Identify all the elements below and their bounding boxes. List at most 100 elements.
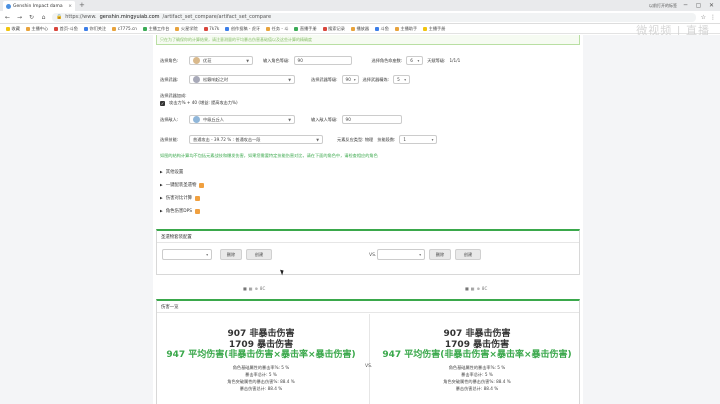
url-host: genshin.mingyuiab.com bbox=[99, 14, 160, 20]
chevron-down-icon: ▼ bbox=[288, 117, 291, 122]
delete-button-right[interactable]: 删除 bbox=[429, 249, 451, 260]
stat-line: 角色突破属性的暴击伤害%: 88.4 % bbox=[443, 378, 511, 384]
bookmark-item[interactable]: 搜索记录 bbox=[322, 26, 345, 32]
bookmark-folder[interactable]: 主播手册 bbox=[423, 26, 445, 32]
browser-tab-bar: Genshin Impact dama × + 以前打开的标签 ─ ▢ ✕ bbox=[0, 0, 720, 11]
new-tab-button[interactable]: + bbox=[79, 1, 85, 9]
bookmark-item[interactable]: 斗鱼 bbox=[375, 26, 389, 32]
bookmark-item[interactable]: 创作投稿 - 虎牙 bbox=[225, 26, 260, 32]
site-icon bbox=[25, 26, 30, 31]
character-select[interactable]: 优菈 ▼ bbox=[189, 56, 253, 65]
char-level-input[interactable]: 90 bbox=[293, 56, 352, 65]
bookmark-item[interactable]: 播放器 bbox=[350, 26, 369, 32]
stat-line: 角色基础属性的暴击率%: 5 % bbox=[448, 364, 506, 370]
enemy-select[interactable]: 中级丘丘人 ▼ bbox=[189, 115, 295, 124]
result-column-left: 907 非暴击伤害 1709 暴击伤害 947 平均伤害(非暴击伤害×暴击率×暴… bbox=[161, 329, 361, 392]
save-icon[interactable]: ■ bbox=[465, 286, 469, 291]
collapsible-dps[interactable]: ▶ 角色伤害DPS bbox=[160, 208, 201, 214]
weapon-label: 选择武器: bbox=[160, 76, 179, 82]
warning-text: 如图的结构计算均不包括元素战技和爆发伤害，如果您需要特定技能伤害对比，请在下面的… bbox=[160, 153, 378, 158]
character-row: 选择角色: 优菈 ▼ 输入角色等级: 90 选择角色命座数: 6 ▾ 天赋等级:… bbox=[160, 56, 460, 65]
grid-icon[interactable]: ▦ bbox=[471, 286, 475, 291]
add-icon[interactable]: ⊕ bbox=[255, 286, 258, 291]
grid-icon[interactable]: ▦ bbox=[249, 286, 253, 291]
chevron-down-icon: ▾ bbox=[417, 58, 420, 63]
left-set-actions: ■ ▦ ⊕ 8C bbox=[243, 286, 265, 291]
recent-tabs-label[interactable]: 以前打开的标签 bbox=[649, 3, 677, 9]
skill-row: 选择技能: 普通攻击 - 39.72 % : 普通攻击一段 ▼ 元素反应类型: … bbox=[160, 135, 438, 144]
home-icon[interactable]: ⌂ bbox=[40, 14, 47, 21]
share-icon[interactable]: 8C bbox=[482, 286, 487, 291]
maximize-button[interactable]: ▢ bbox=[694, 2, 703, 9]
non-crit-damage: 907 非暴击伤害 bbox=[227, 329, 295, 339]
site-icon bbox=[203, 26, 208, 31]
skill-select[interactable]: 普通攻击 - 39.72 % : 普通攻击一段 ▼ bbox=[189, 135, 323, 144]
star-icon bbox=[6, 26, 10, 31]
window-controls: 以前打开的标签 ─ ▢ ✕ bbox=[649, 0, 720, 11]
close-tab-icon[interactable]: × bbox=[68, 4, 72, 9]
create-button-left[interactable]: 创建 bbox=[246, 249, 272, 260]
save-icon[interactable]: ■ bbox=[243, 286, 247, 291]
minimize-button[interactable]: ─ bbox=[681, 2, 690, 9]
delete-button-left[interactable]: 删除 bbox=[220, 249, 242, 260]
extensions-icon[interactable]: ⋮ bbox=[710, 14, 716, 21]
talent-label: 天赋等级: bbox=[427, 57, 446, 63]
back-icon[interactable]: ← bbox=[4, 14, 11, 21]
non-crit-damage: 907 非暴击伤害 bbox=[443, 329, 511, 339]
weapon-select[interactable]: 松籁响起之时 ▼ bbox=[189, 75, 295, 84]
chevron-down-icon: ▾ bbox=[353, 77, 356, 82]
weapon-level-select[interactable]: 90 ▾ bbox=[341, 75, 359, 84]
enemy-row: 选择敌人: 中级丘丘人 ▼ 输入敌人等级: 90 bbox=[160, 115, 402, 124]
average-damage: 947 平均伤害(非暴击伤害×暴击率×暴击伤害) bbox=[166, 350, 356, 360]
artifact-compare-panel: 圣遗物套装配置 ▾ 删除 创建 VS. ▾ 删除 创建 bbox=[156, 229, 580, 275]
collapsible-auto-artifacts[interactable]: ▶ 一键配装圣遗物 bbox=[160, 182, 205, 188]
caret-right-icon: ▶ bbox=[160, 183, 163, 187]
result-panel-title: 伤害一览 bbox=[161, 304, 179, 310]
weapon-buff-checkbox[interactable]: ✓ bbox=[160, 100, 165, 106]
artifact-set-select-right[interactable]: ▾ bbox=[377, 249, 425, 260]
bookmark-item[interactable]: 7k7k bbox=[203, 26, 219, 31]
forward-icon[interactable]: → bbox=[16, 14, 23, 21]
compare-panel-title: 圣遗物套装配置 bbox=[161, 234, 192, 240]
average-damage: 947 平均伤害(非暴击伤害×暴击率×暴击伤害) bbox=[382, 350, 572, 360]
constellation-label: 选择角色命座数: bbox=[371, 57, 403, 63]
bookmark-item[interactable]: c7775.cn bbox=[112, 26, 137, 31]
url-field[interactable]: 🔒 https://www. genshin.mingyuiab.com/arti… bbox=[52, 12, 696, 22]
refine-label: 选择武器精炼: bbox=[362, 76, 390, 82]
bookmark-item[interactable]: 直播手册 bbox=[294, 26, 317, 32]
address-bar-row: ← → ↻ ⌂ 🔒 https://www. genshin.mingyuiab.… bbox=[0, 11, 720, 24]
chevron-down-icon: ▼ bbox=[288, 77, 291, 82]
constellation-select[interactable]: 6 ▾ bbox=[406, 56, 424, 65]
refine-select[interactable]: 5 ▾ bbox=[393, 75, 411, 84]
info-icon bbox=[195, 208, 201, 214]
chevron-down-icon: ▾ bbox=[419, 253, 421, 257]
star-icon[interactable]: ☆ bbox=[701, 14, 706, 21]
bookmark-item[interactable]: 主播助手 bbox=[394, 26, 417, 32]
collapsible-other-settings[interactable]: ▶ 其他设置 bbox=[160, 169, 183, 175]
collapsible-damage-compare[interactable]: ▶ 伤害对比计算 bbox=[160, 195, 201, 201]
create-button-right[interactable]: 创建 bbox=[455, 249, 481, 260]
bookmark-item[interactable]: 火星学院 bbox=[175, 26, 198, 32]
bookmark-item[interactable]: 主播工作台 bbox=[142, 26, 169, 32]
char-level-label: 输入角色等级: bbox=[263, 57, 290, 63]
add-icon[interactable]: ⊕ bbox=[477, 286, 480, 291]
hits-select[interactable]: 1 ▾ bbox=[399, 135, 438, 144]
reload-icon[interactable]: ↻ bbox=[28, 14, 35, 21]
talent-value: 1/1/1 bbox=[449, 58, 461, 63]
bookmark-item[interactable]: 主播中心 bbox=[25, 26, 48, 32]
chevron-down-icon: ▾ bbox=[404, 77, 407, 82]
bookmark-item[interactable]: 收藏 bbox=[6, 26, 20, 32]
enemy-level-input[interactable]: 90 bbox=[341, 115, 402, 124]
close-window-button[interactable]: ✕ bbox=[707, 2, 716, 9]
bookmark-item[interactable]: 任务 - 斗 bbox=[266, 26, 288, 32]
site-icon bbox=[225, 26, 230, 31]
artifact-set-select-left[interactable]: ▾ bbox=[162, 249, 212, 260]
hits-label: 技能段数: bbox=[377, 136, 396, 142]
tab-title: Genshin Impact dama bbox=[13, 3, 63, 9]
bookmark-item[interactable]: 你们关注 bbox=[83, 26, 106, 32]
bookmark-item[interactable]: 首页-斗鱼 bbox=[54, 26, 78, 32]
browser-tab[interactable]: Genshin Impact dama × bbox=[3, 1, 75, 11]
share-icon[interactable]: 8C bbox=[260, 286, 265, 291]
site-icon bbox=[350, 26, 355, 31]
site-icon bbox=[112, 26, 117, 31]
